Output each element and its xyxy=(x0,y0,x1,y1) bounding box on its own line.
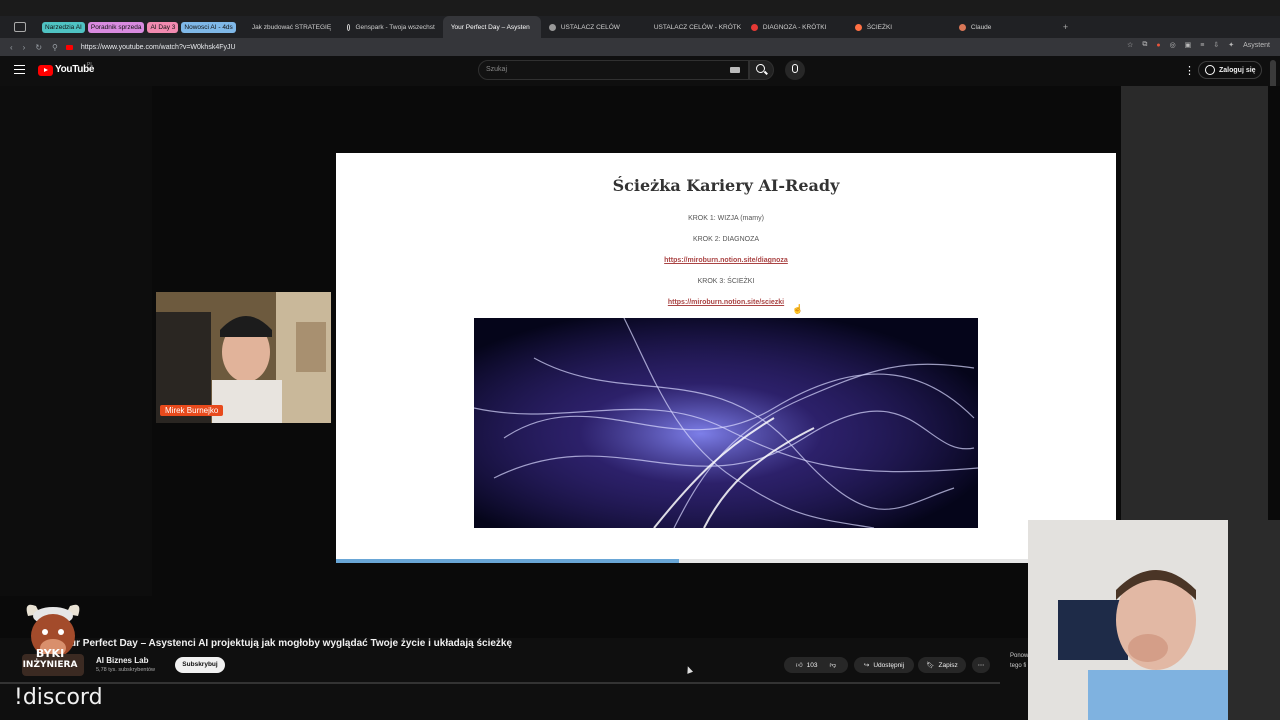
address-bar: ‹ › ↻ ⚲ https://www.youtube.com/watch?v=… xyxy=(0,38,1280,56)
pin-icon xyxy=(750,23,758,31)
slide-step-1: KROK 1: WIZJA (mamy) xyxy=(688,215,764,222)
claude-icon xyxy=(958,23,966,31)
microphone-icon xyxy=(792,64,798,73)
search-input[interactable] xyxy=(478,60,749,80)
video-title: ur Perfect Day – Asystenci AI projektują… xyxy=(70,638,513,649)
more-actions-button[interactable]: ⋯ xyxy=(972,657,990,673)
browser-tab[interactable]: Claude xyxy=(951,16,1055,38)
site-info-icon[interactable]: ⚲ xyxy=(52,43,58,52)
tab-group-chip[interactable]: Nowosci AI - 4ds xyxy=(181,21,236,33)
tab-group-chip[interactable]: Poradnik sprzeda xyxy=(87,21,145,33)
slide-step-2: KROK 2: DIAGNOZA xyxy=(692,236,760,243)
channel-name[interactable]: AI Biznes Lab xyxy=(96,656,148,665)
share-button[interactable]: ↪ Udostępnij xyxy=(854,657,914,673)
search-icon xyxy=(756,64,765,73)
extension-icon[interactable]: ▣ xyxy=(1185,41,1192,49)
share-label: Udostępnij xyxy=(873,661,905,669)
account-icon xyxy=(1205,65,1215,75)
slide-progress-fill xyxy=(336,559,679,563)
browser-tab[interactable]: Jak zbudować STRATEGIĘ xyxy=(239,16,339,38)
browser-tab[interactable]: USTALACZ CELÓW xyxy=(541,16,641,38)
divider xyxy=(0,682,1000,684)
youtube-logo-icon[interactable] xyxy=(38,65,53,76)
player-left-panel xyxy=(0,86,152,596)
save-label: Zapisz xyxy=(938,661,958,669)
browser-tab[interactable]: USTALACZ CELÓW - KRÓTK xyxy=(641,16,743,38)
mouse-cursor-icon xyxy=(684,665,694,674)
tab-label: USTALACZ CELÓW - KRÓTK xyxy=(653,23,742,31)
keyboard-icon[interactable] xyxy=(730,67,740,73)
extension-icon[interactable]: ⧉ xyxy=(1142,41,1147,49)
assistant-icon[interactable]: ✦ xyxy=(1228,41,1234,49)
hamburger-menu-icon[interactable] xyxy=(14,65,25,74)
tab-group-chip[interactable]: Narzedzia AI xyxy=(42,21,85,33)
sciezki-link[interactable]: https://miroburn.notion.site/sciezki xyxy=(668,299,784,306)
like-dislike-group: 👍︎ 103 👎︎ xyxy=(784,657,848,673)
hand-cursor-icon: ☝ xyxy=(792,304,804,314)
tab-label: ŚCIEŻKI xyxy=(866,23,893,31)
browser-tab[interactable]: DIAGNOZA - KRÓTKI xyxy=(743,16,847,38)
dislike-icon[interactable]: 👎︎ xyxy=(830,661,837,669)
star-icon[interactable]: ☆ xyxy=(1127,41,1133,49)
side-text-line: tego fi xyxy=(1010,663,1027,669)
like-count[interactable]: 103 xyxy=(807,662,818,669)
tab-label: Jak zbudować STRATEGIĘ xyxy=(251,23,332,31)
youtube-favicon-icon xyxy=(65,44,73,50)
tab-overview-icon[interactable] xyxy=(14,22,26,32)
extension-icon[interactable]: ● xyxy=(1156,42,1160,49)
side-text-line: Ponow xyxy=(1010,653,1029,659)
sidebar-icon[interactable]: ≡ xyxy=(1200,42,1204,49)
logo-text-top: BYKI xyxy=(35,647,65,660)
tab-label: USTALACZ CELÓW xyxy=(560,23,620,31)
browser-tab[interactable]: Genspark - Twoja wszechst xyxy=(339,16,443,38)
tab-label: Claude xyxy=(970,23,992,31)
person-icon xyxy=(548,23,556,31)
assistant-label[interactable]: Asystent xyxy=(1243,42,1270,49)
share-icon: ↪ xyxy=(863,662,870,669)
fire-icon xyxy=(854,23,862,31)
signin-button[interactable]: Zaloguj się xyxy=(1198,61,1262,79)
subscriber-count: 5,78 tys. subskrybentów xyxy=(96,667,156,673)
reload-icon[interactable]: ↻ xyxy=(35,43,42,52)
webcam-streamer-right xyxy=(1028,520,1280,720)
tab-label: Genspark - Twoja wszechst xyxy=(355,23,435,31)
browser-toolbar-right: ☆ ⧉ ● ◎ ▣ ≡ ⇩ ✦ Asystent xyxy=(1127,41,1270,49)
diagnoza-link[interactable]: https://miroburn.notion.site/diagnoza xyxy=(664,257,788,264)
player-right-panel xyxy=(1121,86,1268,526)
extension-icon[interactable]: ◎ xyxy=(1170,41,1176,49)
tab-label: DIAGNOZA - KRÓTKI xyxy=(762,23,827,31)
slide-link-diagnoza: https://miroburn.notion.site/diagnoza xyxy=(336,257,1116,264)
bookmark-icon: 🔖︎ xyxy=(926,662,935,669)
browser-tab[interactable]: ŚCIEŻKI xyxy=(847,16,951,38)
os-menu-bar xyxy=(0,0,1280,16)
neural-network-image xyxy=(474,318,978,528)
url-field[interactable]: https://www.youtube.com/watch?v=W0khsk4F… xyxy=(81,44,236,51)
slide-step-3: KROK 3: ŚCIEŻKI xyxy=(697,278,755,285)
new-tab-icon[interactable]: + xyxy=(1063,22,1068,32)
save-button[interactable]: 🔖︎ Zapisz xyxy=(918,657,966,673)
discord-command-text: !discord xyxy=(14,685,103,710)
browser-tab-strip: Narzedzia AI Poradnik sprzeda AI Day 3 N… xyxy=(0,16,1280,38)
webcam-presenter-left xyxy=(156,292,331,423)
tab-group-chip[interactable]: AI Day 3 xyxy=(147,21,179,33)
downloads-icon[interactable]: ⇩ xyxy=(1213,41,1219,49)
more-horiz-icon: ⋯ xyxy=(977,662,985,669)
subscribe-button[interactable]: Subskrybuj xyxy=(175,657,225,673)
side-truncated-text: Ponow tego fi xyxy=(1010,651,1028,671)
search-placeholder: Szukaj xyxy=(486,66,508,73)
genspark-icon xyxy=(346,23,351,31)
logo-text-bottom: INŻYNIERA xyxy=(22,660,78,670)
browser-tab-active[interactable]: Your Perfect Day – Asysten xyxy=(442,16,541,38)
slide-title: Ścieżka Kariery AI-Ready xyxy=(612,176,840,195)
signin-label: Zaloguj się xyxy=(1219,66,1256,74)
back-arrow-icon[interactable]: ‹ xyxy=(10,43,13,52)
forward-arrow-icon[interactable]: › xyxy=(23,43,26,52)
youtube-logo-country: PL xyxy=(87,62,94,68)
slide-link-sciezki: https://miroburn.notion.site/sciezki xyxy=(336,299,1116,306)
like-icon[interactable]: 👍︎ xyxy=(796,661,803,669)
more-vert-icon[interactable]: ⋮ xyxy=(1184,64,1195,77)
presenter-name-tag: Mirek Burnejko xyxy=(160,405,224,416)
tab-label: Your Perfect Day – Asysten xyxy=(450,23,530,31)
